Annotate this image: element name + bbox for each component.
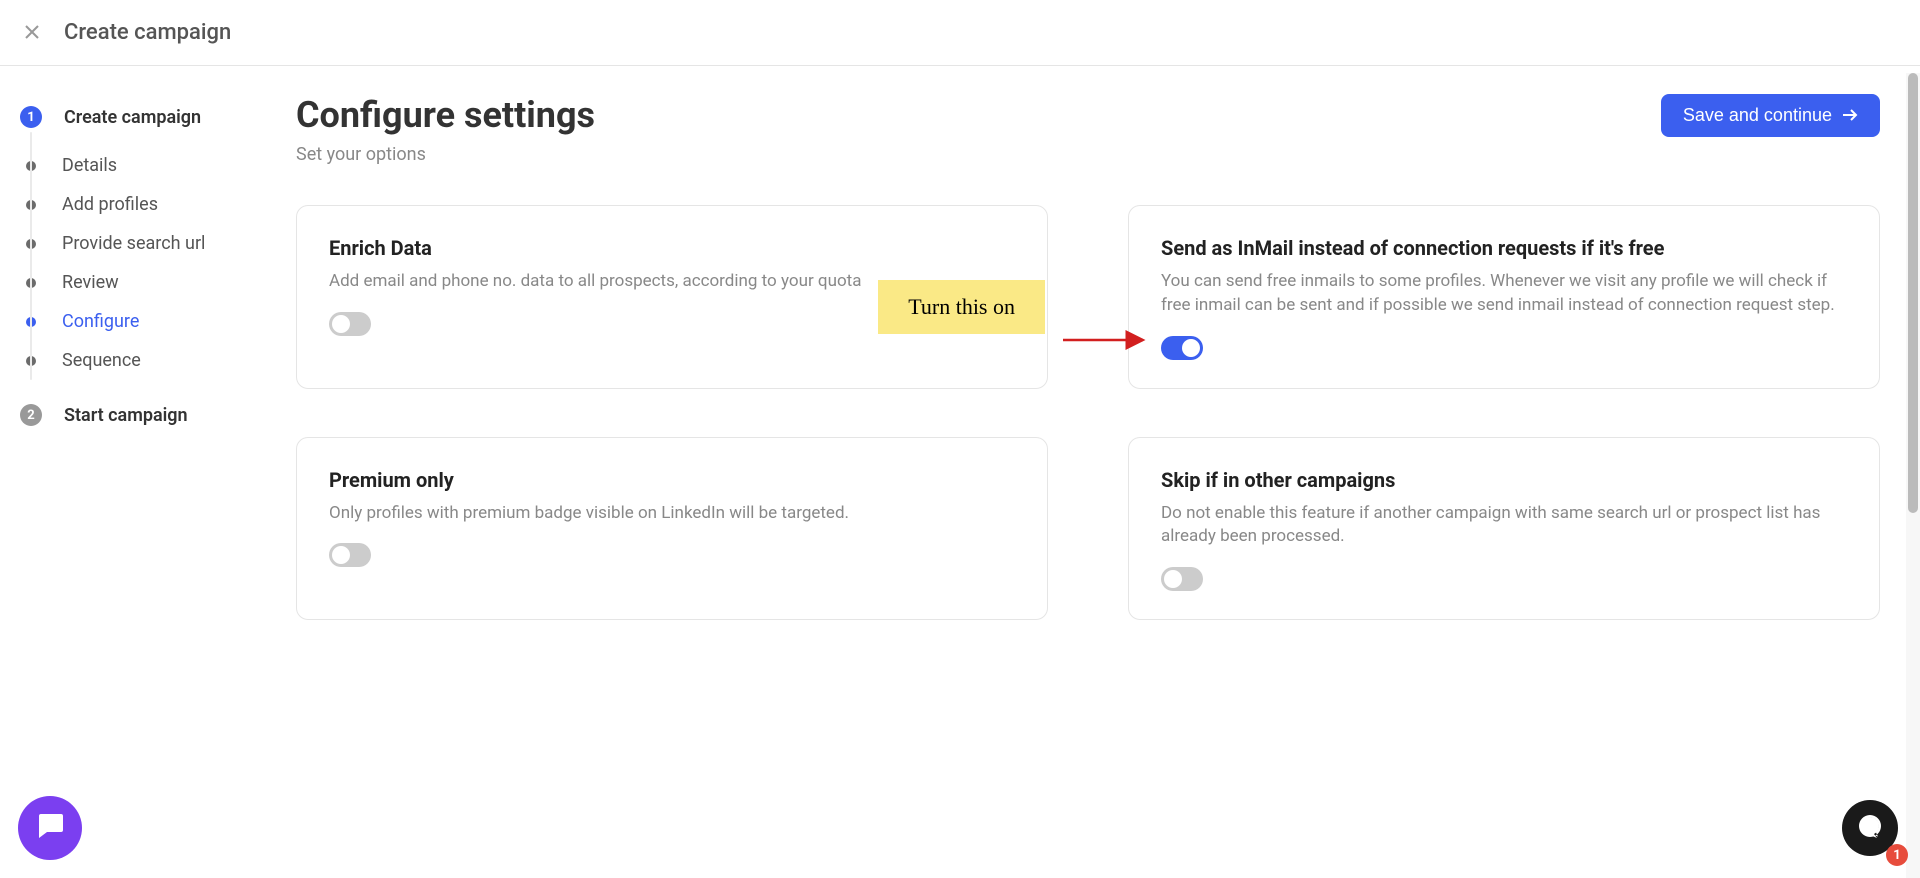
toggle-knob [332,315,350,333]
annotation-arrow-icon [1061,330,1153,350]
page-header: Create campaign [0,0,1920,66]
chat-bubble-icon [35,812,65,844]
save-continue-button[interactable]: Save and continue [1661,94,1880,137]
step-number-badge: 2 [20,404,42,426]
main-content: Configure settings Set your options Save… [268,66,1920,871]
content-subtitle: Set your options [296,144,595,165]
content-header: Configure settings Set your options Save… [296,94,1880,165]
sidebar-item-provide-search-url[interactable]: Provide search url [26,224,268,263]
close-icon[interactable] [24,21,40,45]
toggle-enrich-data[interactable] [329,312,371,336]
sidebar-item-sequence[interactable]: Sequence [26,341,268,380]
step-title: Start campaign [64,405,188,426]
toggle-knob [1182,339,1200,357]
card-title: Premium only [329,468,1015,492]
sidebar-item-configure[interactable]: Configure [26,302,268,341]
step-title: Create campaign [64,107,201,128]
step-number-badge: 1 [20,106,42,128]
save-button-label: Save and continue [1683,105,1832,126]
substep-label: Configure [62,311,139,332]
substep-label: Provide search url [62,233,205,254]
card-title: Send as InMail instead of connection req… [1161,236,1847,260]
substep-label: Sequence [62,350,141,371]
sidebar: 1 Create campaign Details Add profiles P… [0,66,268,871]
card-description: Only profiles with premium badge visible… [329,502,1015,526]
arrow-right-icon [1842,105,1858,126]
chat-bubble-icon [1857,813,1883,843]
settings-cards-grid: Enrich Data Add email and phone no. data… [296,205,1880,620]
card-enrich-data: Enrich Data Add email and phone no. data… [296,205,1048,389]
step-section-2: 2 Start campaign [20,404,268,426]
chat-widget-left[interactable] [18,796,82,860]
page-title: Create campaign [64,20,231,45]
substep-label: Details [62,155,117,176]
content-title: Configure settings [296,94,595,136]
card-premium-only: Premium only Only profiles with premium … [296,437,1048,621]
sidebar-item-review[interactable]: Review [26,263,268,302]
toggle-knob [1164,570,1182,588]
toggle-knob [332,546,350,564]
card-send-inmail: Send as InMail instead of connection req… [1128,205,1880,389]
step-connector-line [30,132,32,380]
substep-label: Review [62,272,119,293]
toggle-premium-only[interactable] [329,543,371,567]
step-1-header[interactable]: 1 Create campaign [20,106,268,128]
card-description: Do not enable this feature if another ca… [1161,502,1847,550]
scrollbar[interactable] [1906,73,1920,878]
card-title: Skip if in other campaigns [1161,468,1847,492]
toggle-skip-other-campaigns[interactable] [1161,567,1203,591]
card-description: You can send free inmails to some profil… [1161,270,1847,318]
notification-badge[interactable]: 1 [1886,844,1908,866]
card-title: Enrich Data [329,236,1015,260]
annotation-callout: Turn this on [878,280,1045,334]
step-section-1: 1 Create campaign Details Add profiles P… [20,106,268,380]
substep-label: Add profiles [62,194,158,215]
sidebar-item-add-profiles[interactable]: Add profiles [26,185,268,224]
sidebar-item-details[interactable]: Details [26,146,268,185]
toggle-send-inmail[interactable] [1161,336,1203,360]
card-skip-other-campaigns: Skip if in other campaigns Do not enable… [1128,437,1880,621]
step-2-header[interactable]: 2 Start campaign [20,404,268,426]
scrollbar-thumb[interactable] [1908,73,1918,513]
